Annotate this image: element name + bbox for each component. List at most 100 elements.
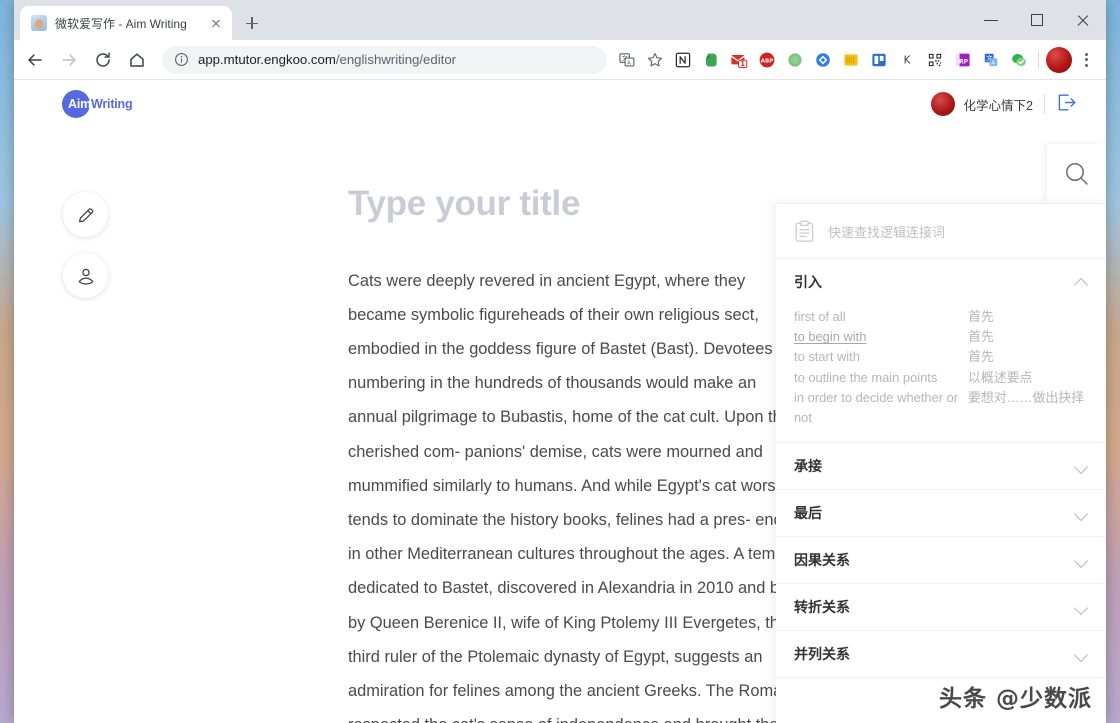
app-header: AimWriting 化学心情下2 <box>14 80 1106 128</box>
address-bar-url: app.mtutor.engkoo.com/englishwriting/edi… <box>198 52 456 67</box>
purple-rp-extension-icon[interactable]: RP <box>950 47 976 73</box>
browser-titlebar: 微软爱写作 - Aim Writing <box>14 0 1106 40</box>
notion-extension-icon[interactable] <box>670 47 696 73</box>
window-close-button[interactable] <box>1060 4 1106 36</box>
tab-close-icon[interactable] <box>208 15 224 31</box>
profile-avatar[interactable] <box>1046 46 1072 73</box>
section-cause-effect-header[interactable]: 因果关系 <box>776 537 1106 583</box>
section-parallel: 并列关系 <box>776 631 1106 679</box>
phrase-row[interactable]: to start with 首先 <box>794 347 1088 367</box>
section-continuation-header[interactable]: 承接 <box>776 443 1106 489</box>
toolbar-divider <box>1038 50 1039 69</box>
address-host: app.mtutor.engkoo.com <box>198 52 336 67</box>
section-introduction-header[interactable]: 引入 <box>776 259 1106 305</box>
qrcode-extension-icon[interactable] <box>922 47 948 73</box>
kami-extension-icon[interactable]: K <box>894 47 920 73</box>
panel-search-toggle[interactable] <box>1047 144 1106 203</box>
phrase-chinese: 以概述要点 <box>968 369 1033 385</box>
section-cause-effect: 因果关系 <box>776 537 1106 585</box>
svg-text:A: A <box>627 60 631 66</box>
header-divider <box>1044 94 1045 114</box>
trello-extension-icon[interactable] <box>866 47 892 73</box>
window-maximize-button[interactable] <box>1014 4 1060 36</box>
search-icon <box>1065 162 1088 185</box>
section-continuation: 承接 <box>776 443 1106 491</box>
evernote-extension-icon[interactable] <box>698 47 724 73</box>
document-editor: Type your title Cats were deeply revered… <box>348 184 803 723</box>
kebab-menu-icon[interactable] <box>1074 47 1098 73</box>
section-title: 最后 <box>794 505 822 522</box>
left-tool-rail <box>63 192 108 298</box>
translate-icon[interactable]: 文 A <box>614 47 640 73</box>
section-title: 承接 <box>794 458 822 475</box>
chevron-down-icon[interactable] <box>1074 600 1088 614</box>
svg-text:RP: RP <box>959 58 969 65</box>
phrase-english: to outline the main points <box>794 369 938 385</box>
wechat-check-extension-icon[interactable] <box>1006 47 1032 73</box>
section-title: 并列关系 <box>794 646 850 663</box>
logo-text-part2: Writing <box>91 97 133 111</box>
star-icon[interactable] <box>642 47 668 73</box>
phrase-chinese: 首先 <box>968 349 994 365</box>
tab-title: 微软爱写作 - Aim Writing <box>55 16 187 31</box>
diamond-extension-icon[interactable] <box>810 47 836 73</box>
forward-arrow-icon[interactable] <box>54 45 84 75</box>
aimwriting-logo-icon[interactable]: AimWriting <box>62 90 133 118</box>
web-page: AimWriting 化学心情下2 Type your title Cats w… <box>14 80 1106 723</box>
browser-tab[interactable]: 微软爱写作 - Aim Writing <box>20 6 232 40</box>
home-icon[interactable] <box>122 45 152 75</box>
address-bar[interactable]: app.mtutor.engkoo.com/englishwriting/edi… <box>162 45 607 74</box>
address-path: /englishwriting/editor <box>335 52 457 67</box>
edit-tool-button[interactable] <box>63 192 108 237</box>
phrase-row[interactable]: first of all 首先 <box>794 307 1088 327</box>
connectors-panel: 快速查找逻辑连接词 引入 first of all 首先 to begin wi… <box>776 203 1106 723</box>
new-tab-button[interactable] <box>238 9 266 37</box>
phrase-chinese: 首先 <box>968 309 994 324</box>
phrase-english: first of all <box>794 309 846 324</box>
section-title: 引入 <box>794 274 822 290</box>
phrase-row[interactable]: to begin with 首先 <box>794 327 1088 347</box>
panel-search-row[interactable]: 快速查找逻辑连接词 <box>776 204 1106 259</box>
panel-search-input[interactable]: 快速查找逻辑连接词 <box>828 222 945 241</box>
logout-icon[interactable] <box>1056 93 1082 115</box>
watermark: 头条 @少数派 <box>938 686 1092 712</box>
chevron-up-icon[interactable] <box>1074 275 1088 289</box>
chevron-down-icon[interactable] <box>1074 506 1088 520</box>
document-title-input[interactable]: Type your title <box>348 184 803 224</box>
blue-doc-extension-icon[interactable]: 文A <box>978 47 1004 73</box>
chevron-down-icon[interactable] <box>1074 553 1088 567</box>
phrase-english: to start with <box>794 349 860 365</box>
phrase-chinese: 首先 <box>968 329 994 345</box>
back-arrow-icon[interactable] <box>20 45 50 75</box>
yellow-grid-extension-icon[interactable] <box>838 47 864 73</box>
header-user-area: 化学心情下2 <box>930 92 1082 116</box>
clipboard-icon <box>795 220 814 242</box>
document-body-text[interactable]: Cats were deeply revered in ancient Egyp… <box>348 264 803 723</box>
profile-tool-button[interactable] <box>63 253 108 298</box>
logo-text: AimWriting <box>68 97 133 111</box>
phrase-row[interactable]: to outline the main points 以概述要点 <box>794 368 1088 388</box>
svg-text:1: 1 <box>740 60 745 68</box>
phrase-english: to begin with <box>794 329 867 345</box>
reload-icon[interactable] <box>88 45 118 75</box>
extensions-strip: 文 A 1 <box>613 46 1098 73</box>
person-icon <box>78 268 93 285</box>
mail-checker-extension-icon[interactable]: 1 <box>726 47 752 73</box>
info-circle-icon <box>175 53 188 66</box>
browser-window: 微软爱写作 - Aim Writing app.mtutor.engkoo.co… <box>14 0 1106 723</box>
section-conclusion-header[interactable]: 最后 <box>776 490 1106 536</box>
section-parallel-header[interactable]: 并列关系 <box>776 631 1106 677</box>
section-title: 因果关系 <box>794 552 850 569</box>
user-avatar[interactable] <box>930 92 955 116</box>
chevron-down-icon[interactable] <box>1074 459 1088 473</box>
section-contrast: 转折关系 <box>776 584 1106 632</box>
section-contrast-header[interactable]: 转折关系 <box>776 584 1106 630</box>
phrase-row[interactable]: in order to decide whether or not 要想对……做… <box>794 388 1088 428</box>
adblock-plus-extension-icon[interactable]: ABP <box>754 47 780 73</box>
chevron-down-icon[interactable] <box>1074 647 1088 661</box>
browser-toolbar: app.mtutor.engkoo.com/englishwriting/edi… <box>14 40 1106 80</box>
window-minimize-button[interactable] <box>968 4 1014 36</box>
green-dot-extension-icon[interactable] <box>782 47 808 73</box>
svg-text:A: A <box>991 60 995 66</box>
section-conclusion: 最后 <box>776 490 1106 538</box>
